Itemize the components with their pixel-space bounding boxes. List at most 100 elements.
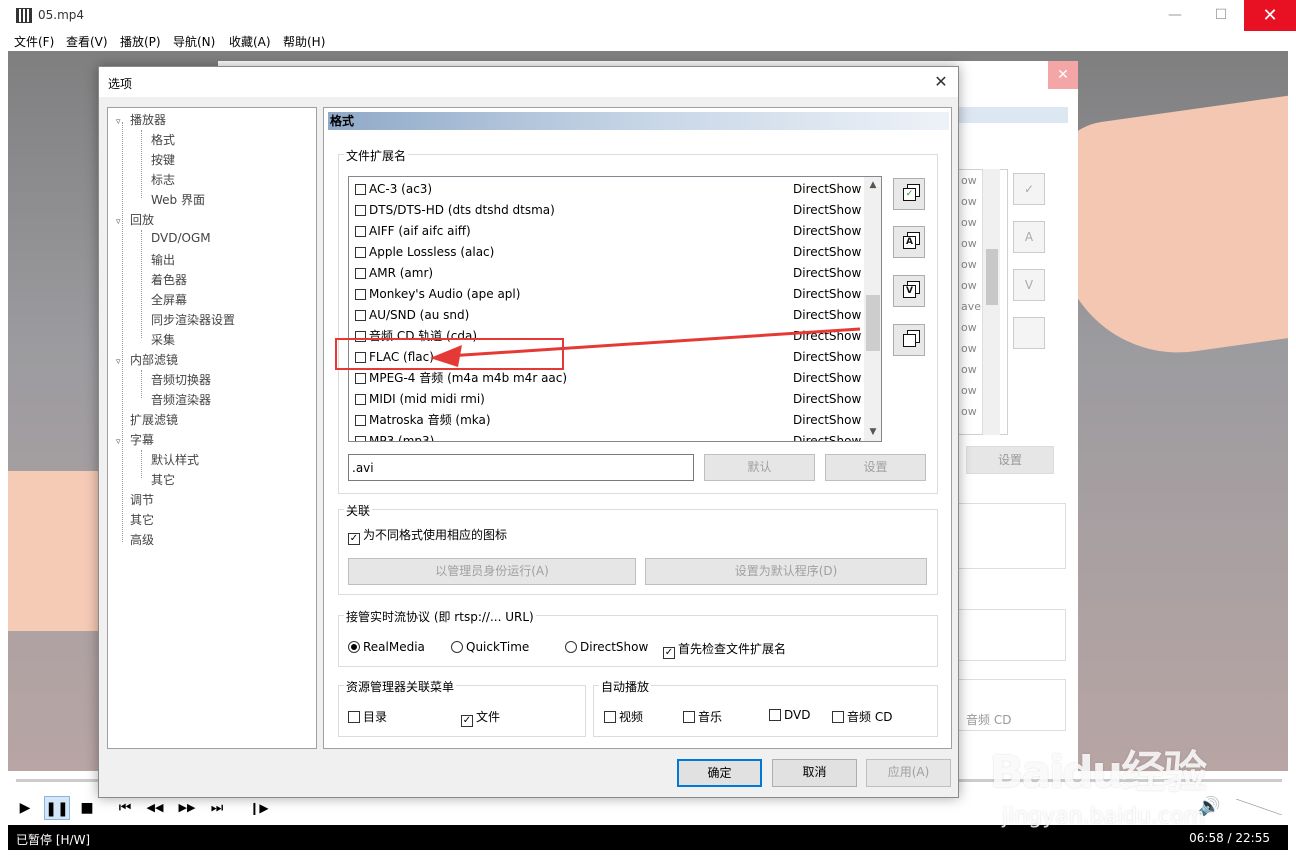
checkbox-icon[interactable] [683,711,695,723]
tree-item-misc[interactable]: 其它 [130,511,154,528]
autoplay-music-checkbox[interactable]: 音乐 [683,708,722,725]
rewind-button[interactable]: ◀◀ [142,796,168,820]
select-all-button[interactable]: ✓ [893,178,925,210]
radio-selected-icon[interactable] [348,641,360,653]
tree-item-keys[interactable]: 按键 [151,151,175,168]
checkbox[interactable] [355,415,366,426]
tree-item-output[interactable]: 输出 [151,251,175,268]
tree-item-logo[interactable]: 标志 [151,171,175,188]
radio-quicktime[interactable]: QuickTime [451,640,529,654]
autoplay-video-checkbox[interactable]: 视频 [604,708,643,725]
checkbox-icon[interactable] [604,711,616,723]
clear-all-button[interactable] [893,324,925,356]
next-button[interactable]: ⏭ [204,796,230,820]
scroll-up-icon[interactable]: ▲ [864,177,881,194]
tree-item-default-style[interactable]: 默认样式 [151,451,199,468]
list-item[interactable]: MP3 (mp3) DirectShow [349,431,863,441]
frame-step-button[interactable]: ❙▶ [246,796,272,820]
checkbox[interactable] [355,394,366,405]
tree-item-audio-renderer[interactable]: 音频渲染器 [151,391,211,408]
checkbox[interactable] [355,184,366,195]
previous-button[interactable]: ⏮ [112,796,138,820]
radio-icon[interactable] [565,641,577,653]
radio-icon[interactable] [451,641,463,653]
pause-button[interactable]: ❚❚ [44,796,70,820]
settings-button[interactable]: 设置 [825,454,926,481]
tree-item-audio-switcher[interactable]: 音频切换器 [151,371,211,388]
radio-realmedia[interactable]: RealMedia [348,640,425,654]
extension-input[interactable] [348,454,694,481]
autoplay-dvd-checkbox[interactable]: DVD [769,708,810,722]
list-item[interactable]: AIFF (aif aifc aiff) DirectShow [349,221,863,242]
ok-button[interactable]: 确定 [677,759,762,787]
checkbox[interactable] [355,268,366,279]
list-item[interactable]: DTS/DTS-HD (dts dtshd dtsma) DirectShow [349,200,863,221]
maximize-button[interactable]: ☐ [1198,0,1244,31]
radio-directshow[interactable]: DirectShow [565,640,648,654]
tree-item-sync-renderer[interactable]: 同步渲染器设置 [151,311,235,328]
checkbox-checked-icon[interactable]: ✓ [461,715,473,727]
checkbox-checked-icon[interactable]: ✓ [663,647,675,659]
checkbox[interactable] [355,289,366,300]
extension-list-scrollbar[interactable]: ▲ ▼ [864,177,881,441]
menu-view[interactable]: 查看(V) [66,33,108,50]
checkbox[interactable] [355,205,366,216]
list-item[interactable]: AU/SND (au snd) DirectShow [349,305,863,326]
list-item[interactable]: AMR (amr) DirectShow [349,263,863,284]
menu-file[interactable]: 文件(F) [14,33,54,50]
set-default-program-button[interactable]: 设置为默认程序(D) [645,558,927,585]
minimize-button[interactable]: — [1152,0,1198,31]
checkbox-icon[interactable] [832,711,844,723]
default-button[interactable]: 默认 [704,454,815,481]
list-item[interactable]: Monkey's Audio (ape apl) DirectShow [349,284,863,305]
list-item[interactable]: Apple Lossless (alac) DirectShow [349,242,863,263]
checkbox-icon[interactable] [348,711,360,723]
checkbox[interactable] [355,247,366,258]
checkbox[interactable] [355,310,366,321]
tree-expander-icon[interactable]: ▿ [116,437,130,447]
tree-item-playback[interactable]: ▿ 回放 [116,211,154,228]
use-format-icons-checkbox[interactable]: ✓ 为不同格式使用相应的图标 [348,526,507,545]
scroll-thumb[interactable] [866,295,880,351]
forward-button[interactable]: ▶▶ [174,796,200,820]
tree-item-fullscreen[interactable]: 全屏幕 [151,291,187,308]
select-audio-button[interactable]: A [893,226,925,258]
tree-expander-icon[interactable]: ▿ [116,217,130,227]
play-button[interactable]: ▶ [12,796,38,820]
tree-item-subtitle-misc[interactable]: 其它 [151,471,175,488]
tree-expander-icon[interactable]: ▿ [116,357,130,367]
checkbox[interactable] [355,373,366,384]
tree-item-internal-filters[interactable]: ▿ 内部滤镜 [116,351,178,368]
autoplay-audio-cd-checkbox[interactable]: 音频 CD [832,708,892,725]
tree-item-shaders[interactable]: 着色器 [151,271,187,288]
extension-list[interactable]: AC-3 (ac3) DirectShow DTS/DTS-HD (dts dts… [348,176,882,442]
file-checkbox[interactable]: ✓ 文件 [461,708,500,727]
menu-help[interactable]: 帮助(H) [283,33,325,50]
apply-button[interactable]: 应用(A) [866,759,951,787]
list-item[interactable]: Matroska 音频 (mka) DirectShow [349,410,863,431]
dialog-close-icon[interactable]: ✕ [931,72,951,92]
checkbox[interactable] [355,436,366,441]
select-video-button[interactable]: V [893,275,925,307]
tree-item-subtitles[interactable]: ▿ 字幕 [116,431,154,448]
menu-play[interactable]: 播放(P) [120,33,161,50]
check-extension-first-checkbox[interactable]: ✓ 首先检查文件扩展名 [663,640,786,659]
checkbox-icon[interactable] [769,709,781,721]
tree-item-player[interactable]: ▿ 播放器 [116,111,166,128]
cancel-button[interactable]: 取消 [772,759,857,787]
list-item[interactable]: MIDI (mid midi rmi) DirectShow [349,389,863,410]
stop-button[interactable]: ■ [74,796,100,820]
tree-item-web-interface[interactable]: Web 界面 [151,191,205,208]
tree-item-external-filters[interactable]: 扩展滤镜 [130,411,178,428]
tree-expander-icon[interactable]: ▿ [116,117,130,127]
close-button[interactable]: ✕ [1244,0,1296,31]
menu-navigate[interactable]: 导航(N) [173,33,215,50]
list-item[interactable]: AC-3 (ac3) DirectShow [349,179,863,200]
checkbox-checked-icon[interactable]: ✓ [348,533,360,545]
list-item[interactable]: MPEG-4 音频 (m4a m4b m4r aac) DirectShow [349,368,863,389]
scroll-down-icon[interactable]: ▼ [864,424,881,441]
checkbox[interactable] [355,226,366,237]
menu-favorites[interactable]: 收藏(A) [229,33,271,50]
directory-checkbox[interactable]: 目录 [348,708,387,725]
tree-item-tweaks[interactable]: 调节 [130,491,154,508]
